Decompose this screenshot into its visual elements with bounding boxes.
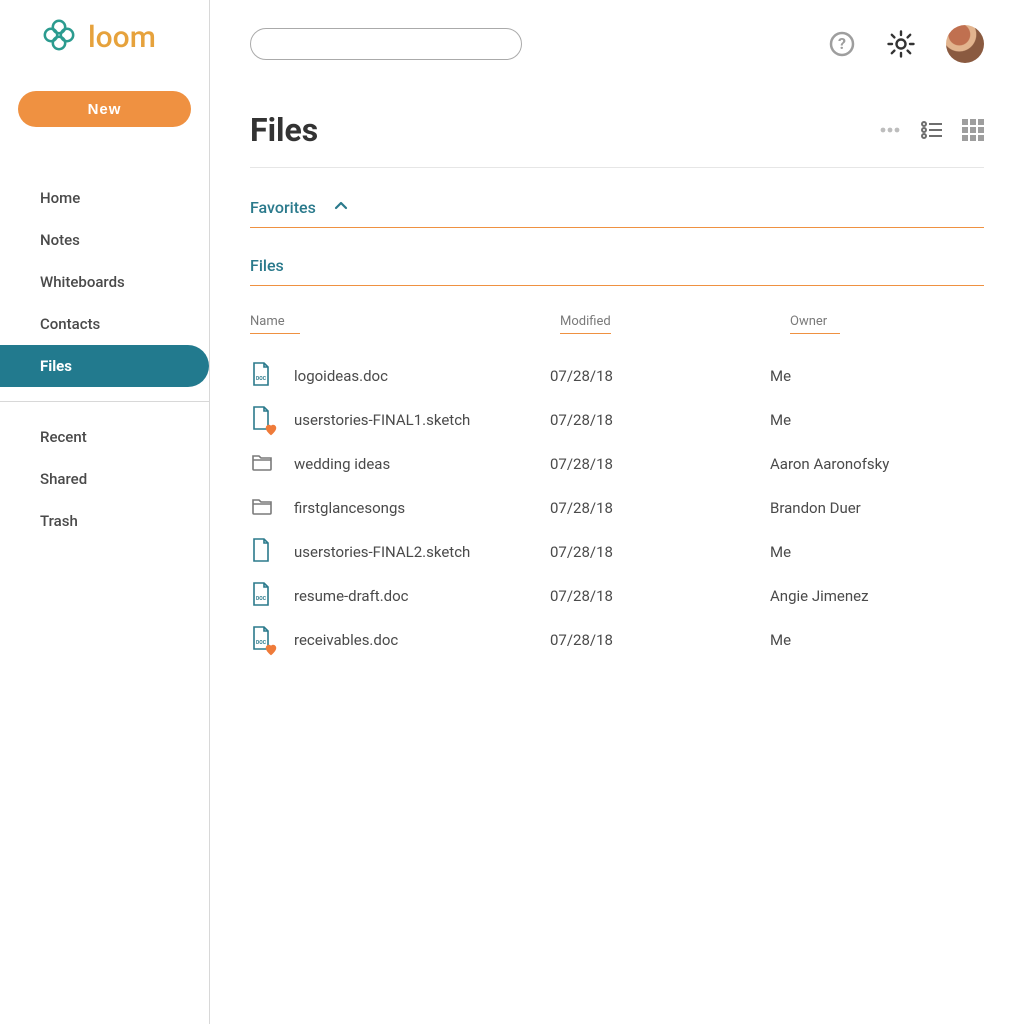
table-row[interactable]: wedding ideas07/28/18Aaron Aaronofsky [250,442,984,486]
nav-item-shared[interactable]: Shared [0,458,209,500]
column-headers: Name Modified Owner [250,314,984,334]
logo-icon [42,18,76,56]
sidebar-nav: HomeNotesWhiteboardsContactsFiles [0,177,209,387]
file-name: logoideas.doc [294,367,550,385]
nav-item-recent[interactable]: Recent [0,416,209,458]
file-modified: 07/28/18 [550,499,770,517]
divider [0,401,209,402]
sidebar-nav-secondary: RecentSharedTrash [0,416,209,542]
table-row[interactable]: DOC resume-draft.doc07/28/18Angie Jimenez [250,574,984,618]
nav-item-files[interactable]: Files [0,345,209,387]
table-row[interactable]: firstglancesongs07/28/18Brandon Duer [250,486,984,530]
nav-item-contacts[interactable]: Contacts [0,303,209,345]
file-owner: Me [770,367,984,385]
divider [250,167,984,168]
help-icon[interactable]: ? [828,30,856,58]
file-modified: 07/28/18 [550,631,770,649]
col-modified[interactable]: Modified [560,314,611,334]
col-name[interactable]: Name [250,314,300,334]
favorites-label: Favorites [250,198,316,217]
page-title: Files [250,111,318,149]
file-owner: Aaron Aaronofsky [770,455,984,473]
file-modified: 07/28/18 [550,367,770,385]
nav-item-whiteboards[interactable]: Whiteboards [0,261,209,303]
file-owner: Me [770,631,984,649]
file-owner: Me [770,543,984,561]
logo[interactable]: loom [0,18,209,56]
file-list: DOClogoideas.doc07/28/18Meuserstories-FI… [250,354,984,662]
nav-item-trash[interactable]: Trash [0,500,209,542]
file-name: wedding ideas [294,455,550,473]
new-button[interactable]: New [18,91,191,127]
doc-icon: DOC [250,625,294,655]
more-icon[interactable] [878,118,902,142]
file-name: resume-draft.doc [294,587,550,605]
table-row[interactable]: DOCreceivables.doc07/28/18Me [250,618,984,662]
table-row[interactable]: userstories-FINAL2.sketch07/28/18Me [250,530,984,574]
svg-text:DOC: DOC [256,596,267,602]
files-section-header[interactable]: Files [250,256,984,286]
file-name: userstories-FINAL2.sketch [294,543,550,561]
file-owner: Brandon Duer [770,499,984,517]
file-owner: Me [770,411,984,429]
table-row[interactable]: DOC logoideas.doc07/28/18Me [250,354,984,398]
file-owner: Angie Jimenez [770,587,984,605]
file-icon [250,405,294,435]
file-name: userstories-FINAL1.sketch [294,411,550,429]
doc-icon: DOC [250,581,294,611]
topbar: ? [250,25,984,63]
chevron-up-icon [334,198,348,217]
favorites-section-header[interactable]: Favorites [250,198,984,228]
doc-icon: DOC [250,361,294,391]
col-owner[interactable]: Owner [790,314,840,334]
svg-text:DOC: DOC [256,376,267,382]
nav-item-home[interactable]: Home [0,177,209,219]
file-modified: 07/28/18 [550,411,770,429]
main-content: ? Files [210,0,1024,1024]
search-input[interactable] [250,28,522,60]
file-modified: 07/28/18 [550,587,770,605]
file-name: firstglancesongs [294,499,550,517]
list-view-icon[interactable] [920,118,944,142]
table-row[interactable]: userstories-FINAL1.sketch07/28/18Me [250,398,984,442]
logo-text: loom [88,20,156,55]
sidebar: loom New HomeNotesWhiteboardsContactsFil… [0,0,210,1024]
nav-item-notes[interactable]: Notes [0,219,209,261]
file-name: receivables.doc [294,631,550,649]
folder-icon [250,494,294,522]
svg-text:?: ? [838,34,846,53]
files-label: Files [250,256,284,275]
folder-icon [250,450,294,478]
grid-view-icon[interactable] [962,119,984,141]
file-icon [250,537,294,567]
avatar[interactable] [946,25,984,63]
settings-icon[interactable] [886,29,916,59]
file-modified: 07/28/18 [550,455,770,473]
file-modified: 07/28/18 [550,543,770,561]
